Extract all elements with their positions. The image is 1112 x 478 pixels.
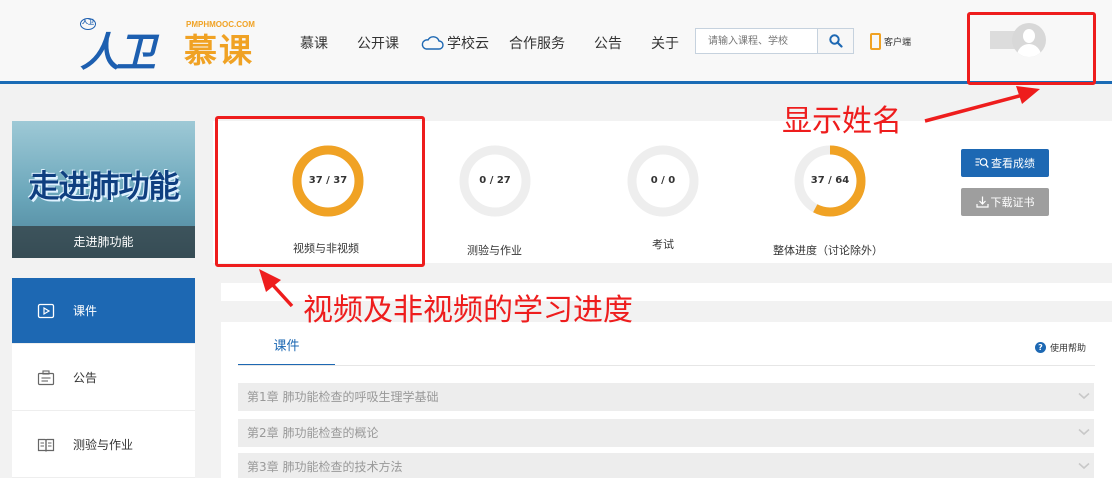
arrow-head bbox=[1016, 86, 1040, 104]
arrow-line bbox=[924, 93, 1024, 123]
arrow-line bbox=[269, 281, 294, 308]
annotation-arrows bbox=[259, 86, 1040, 308]
